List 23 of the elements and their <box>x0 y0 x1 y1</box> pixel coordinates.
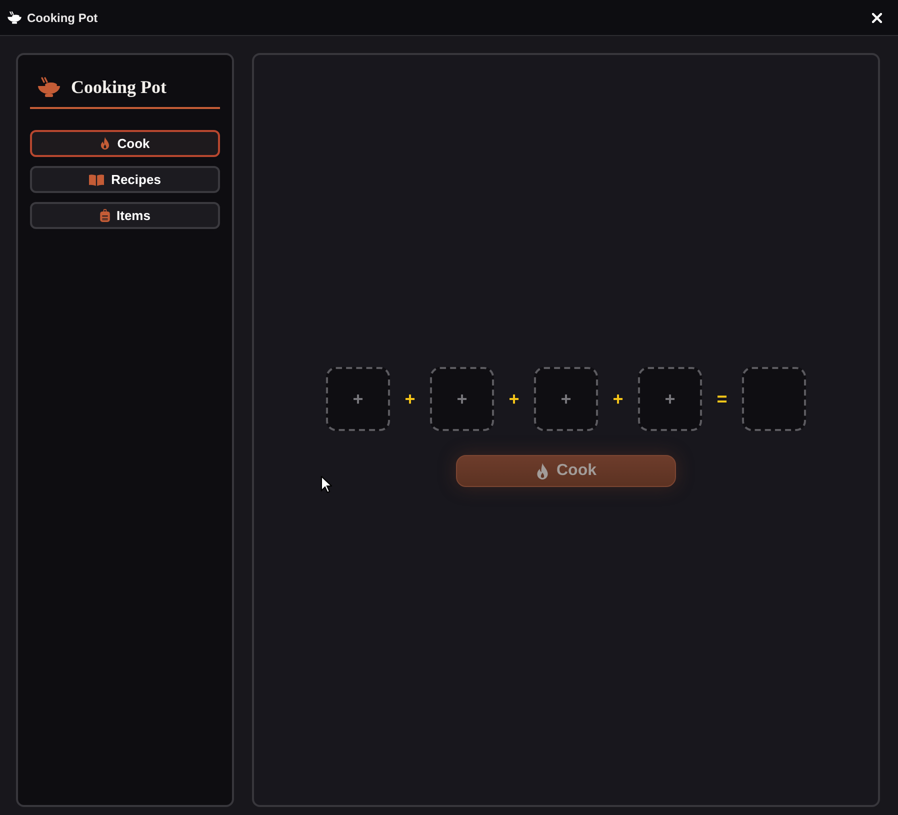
ingredient-slot[interactable]: + <box>326 367 390 431</box>
operator-sign: + <box>404 388 416 410</box>
cursor-icon <box>321 476 332 493</box>
close-icon <box>872 12 882 22</box>
window-title: Cooking Pot <box>27 10 98 24</box>
flame-icon <box>100 137 110 150</box>
operator-sign: + <box>612 388 624 410</box>
close-button[interactable] <box>872 12 882 22</box>
nav-button[interactable]: Items <box>30 202 220 229</box>
bowl-icon <box>37 77 61 97</box>
result-slot[interactable] <box>742 367 806 431</box>
nav-button[interactable]: Recipes <box>30 166 220 193</box>
book-icon <box>89 174 104 186</box>
nav-button[interactable]: Cook <box>30 130 220 157</box>
flame-icon <box>536 462 548 480</box>
bowl-icon <box>7 11 22 24</box>
ingredient-slot[interactable]: + <box>430 367 494 431</box>
operator-sign: + <box>508 388 520 410</box>
ingredient-slot[interactable]: + <box>534 367 598 431</box>
ingredient-slot[interactable]: + <box>638 367 702 431</box>
operator-sign: = <box>716 388 728 410</box>
sidebar-title: Cooking Pot <box>71 76 167 98</box>
backpack-icon <box>100 209 110 222</box>
